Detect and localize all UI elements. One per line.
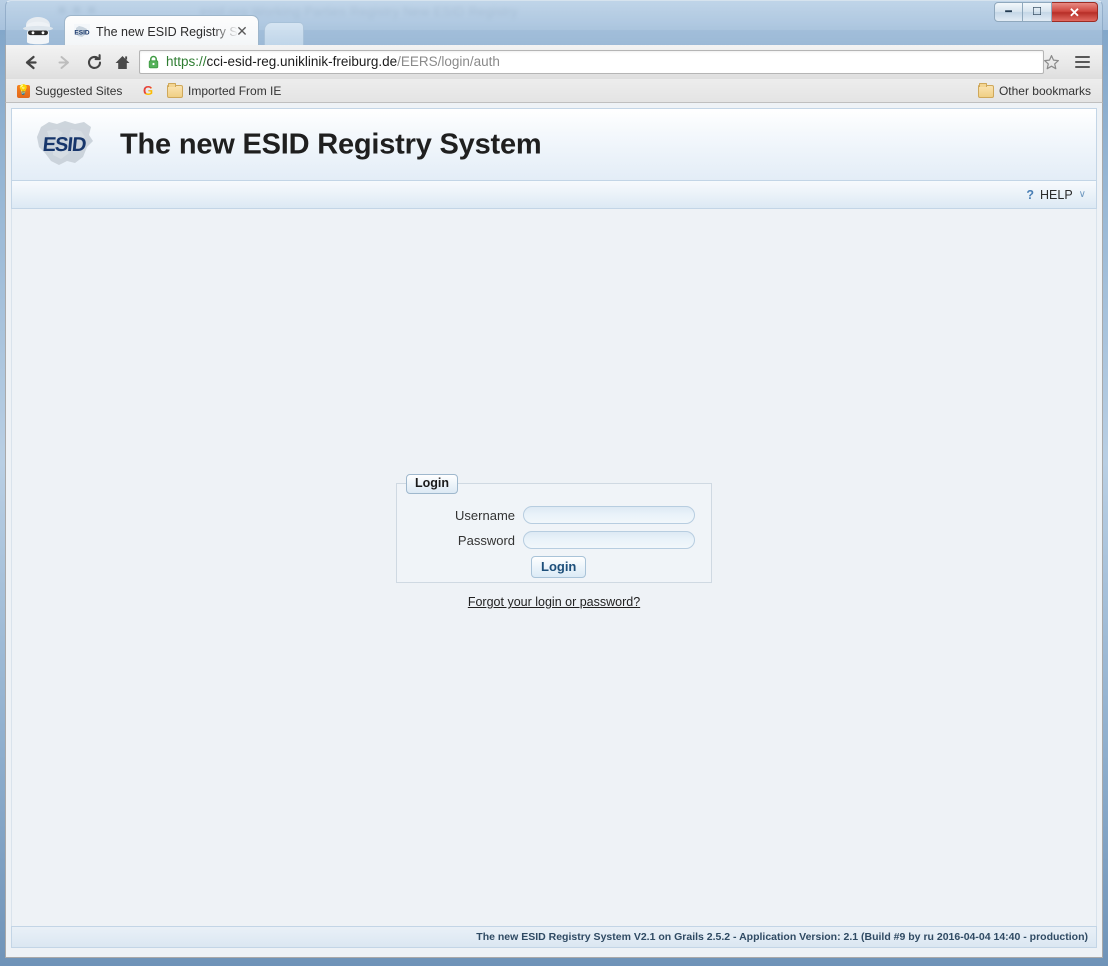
back-button[interactable] <box>18 50 44 74</box>
bookmark-label: Suggested Sites <box>35 84 123 98</box>
bookmark-star-button[interactable] <box>1040 51 1063 73</box>
bookmark-label: Other bookmarks <box>998 84 1091 98</box>
site-footer: The new ESID Registry System V2.1 on Gra… <box>11 926 1097 948</box>
login-submit-row: Login <box>413 556 695 578</box>
window-controls: ━ ☐ ✕ <box>994 2 1098 22</box>
reload-button[interactable] <box>81 50 107 74</box>
svg-text:ESID: ESID <box>74 30 89 37</box>
home-icon <box>115 55 129 69</box>
question-mark-icon: ? <box>1026 187 1035 202</box>
username-label: Username <box>455 507 515 523</box>
bookmark-google[interactable]: G <box>138 82 163 100</box>
browser-tab[interactable]: ESID The new ESID Registry Sys ✕ <box>64 15 259 45</box>
username-input[interactable] <box>523 506 695 524</box>
incognito-icon <box>23 17 53 45</box>
login-legend: Login <box>406 474 459 494</box>
tab-strip: ESID The new ESID Registry Sys ✕ ━ ☐ ✕ <box>5 0 1103 45</box>
footer-version-text: The new ESID Registry System V2.1 on Gra… <box>476 931 1088 943</box>
forgot-password-link[interactable]: Forgot your login or password? <box>396 595 712 609</box>
hamburger-line <box>1074 56 1090 58</box>
url-scheme: https:// <box>166 54 207 69</box>
lightbulb-icon: 💡 <box>17 84 30 98</box>
url-host: cci-esid-reg.uniklinik-freiburg.de <box>206 54 398 69</box>
bookmark-suggested-sites[interactable]: 💡 Suggested Sites <box>14 82 125 100</box>
minimize-icon: ━ <box>1005 5 1012 18</box>
address-bar[interactable]: https://cci-esid-reg.uniklinik-freiburg.… <box>139 50 1044 74</box>
site-content-area: Login Username Password Login Forgot you… <box>11 209 1097 926</box>
forward-button <box>50 50 76 74</box>
browser-toolbar: https://cci-esid-reg.uniklinik-freiburg.… <box>5 45 1103 79</box>
bookmark-label: Imported From IE <box>188 84 282 98</box>
new-tab-button[interactable] <box>264 22 304 45</box>
tab-close-icon[interactable]: ✕ <box>234 23 250 39</box>
site-nav-bar: ? HELP ∨ <box>11 180 1097 209</box>
folder-icon <box>167 82 183 98</box>
web-page-viewport: ESID The new ESID Registry System ? HELP… <box>5 103 1103 958</box>
close-icon: ✕ <box>1069 4 1080 20</box>
arrow-right-icon <box>58 55 69 69</box>
lock-icon <box>148 55 159 69</box>
site-header: ESID The new ESID Registry System <box>11 108 1097 180</box>
hamburger-line <box>1074 66 1090 68</box>
chrome-menu-button[interactable] <box>1070 51 1094 73</box>
username-row: Username <box>413 506 695 524</box>
login-panel: Login Username Password Login Forgot you… <box>396 474 712 609</box>
chevron-down-icon: ∨ <box>1078 189 1086 200</box>
google-icon: G <box>142 83 154 98</box>
window-close-button[interactable]: ✕ <box>1052 2 1098 22</box>
star-icon <box>1044 54 1059 69</box>
esid-logo-icon: ESID <box>37 121 93 165</box>
url-text: https://cci-esid-reg.uniklinik-freiburg.… <box>166 51 500 73</box>
bookmark-folder-imported-from-ie[interactable]: Imported From IE <box>164 82 284 100</box>
restore-icon: ☐ <box>1032 5 1042 18</box>
window-minimize-button[interactable]: ━ <box>994 2 1023 22</box>
bookmarks-bar: 💡 Suggested Sites G Imported From IE Oth… <box>5 79 1103 103</box>
hamburger-line <box>1074 61 1090 63</box>
login-fieldset: Login Username Password Login <box>396 474 712 583</box>
url-path: /EERS/login/auth <box>397 54 500 69</box>
window-maximize-button[interactable]: ☐ <box>1023 2 1052 22</box>
browser-window: ESID The new ESID Registry Sys ✕ ━ ☐ ✕ h… <box>5 0 1103 960</box>
page-title: The new ESID Registry System <box>120 128 542 160</box>
help-label: HELP <box>1040 187 1073 202</box>
arrow-left-icon <box>25 55 37 69</box>
reload-icon <box>87 53 101 69</box>
folder-icon <box>977 82 994 98</box>
bookmark-folder-other-bookmarks[interactable]: Other bookmarks <box>975 82 1094 100</box>
login-button[interactable]: Login <box>531 556 587 578</box>
password-label: Password <box>457 532 515 548</box>
home-button[interactable] <box>109 50 135 74</box>
password-row: Password <box>413 531 695 549</box>
help-menu[interactable]: ? HELP ∨ <box>1026 181 1086 208</box>
svg-text:ESID: ESID <box>42 134 87 156</box>
password-input[interactable] <box>523 531 695 549</box>
tab-title: The new ESID Registry Sys <box>96 25 238 39</box>
esid-favicon-icon: ESID <box>74 24 90 40</box>
